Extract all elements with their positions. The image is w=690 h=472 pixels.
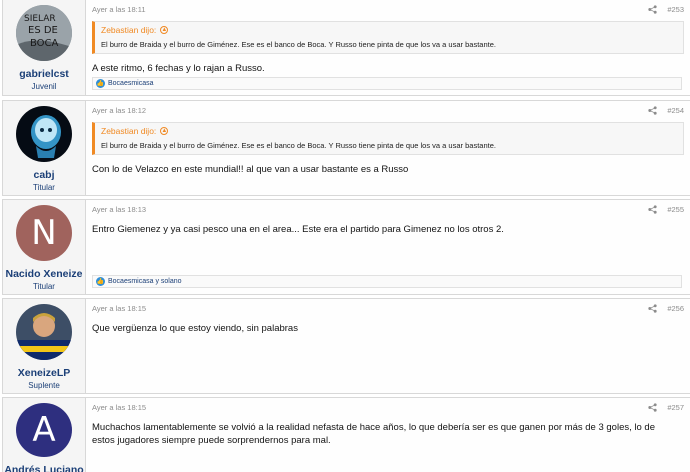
username[interactable]: Nacido Xeneize bbox=[5, 268, 82, 280]
arrow-up-circle-icon[interactable]: ▲ bbox=[160, 127, 169, 135]
post-time[interactable]: Ayer a las 18:13 bbox=[92, 205, 146, 214]
post-meta: Ayer a las 18:13 #255 bbox=[92, 202, 684, 217]
svg-text:ES DE: ES DE bbox=[28, 25, 58, 36]
avatar[interactable] bbox=[16, 304, 72, 360]
post-number[interactable]: #256 bbox=[667, 304, 684, 313]
post: XeneizeLP Suplente Ayer a las 18:15 #256… bbox=[2, 298, 690, 394]
quote-header[interactable]: Zebastian dijo: ▲ bbox=[95, 22, 683, 38]
post-meta: Ayer a las 18:15 #256 bbox=[92, 301, 684, 316]
post-meta: Ayer a las 18:15 #257 bbox=[92, 400, 684, 415]
post-message: Que vergüenza lo que estoy viendo, sin p… bbox=[92, 323, 298, 334]
avatar-letter: A bbox=[32, 410, 56, 450]
post: A Andrés Luciano Ayer a las 18:15 #257 M… bbox=[2, 397, 690, 472]
arrow-up-circle-icon[interactable]: ▲ bbox=[160, 26, 169, 34]
svg-text:BOCA: BOCA bbox=[30, 38, 59, 49]
post-time[interactable]: Ayer a las 18:12 bbox=[92, 106, 146, 115]
avatar-image: SIELAR ES DE BOCA bbox=[16, 5, 72, 61]
like-icon: 👍 bbox=[96, 79, 105, 88]
quote-author[interactable]: Zebastian dijo: bbox=[101, 25, 156, 35]
avatar-image bbox=[16, 106, 72, 162]
share-icon[interactable] bbox=[648, 5, 657, 14]
post-meta: Ayer a las 18:12 #254 bbox=[92, 103, 684, 118]
post-number[interactable]: #257 bbox=[667, 403, 684, 412]
username[interactable]: cabj bbox=[33, 169, 54, 181]
share-icon[interactable] bbox=[648, 304, 657, 313]
user-cell: XeneizeLP Suplente bbox=[3, 299, 86, 393]
post-number[interactable]: #255 bbox=[667, 205, 684, 214]
thread: SIELAR ES DE BOCA gabrielcst Juvenil Aye… bbox=[0, 0, 690, 472]
post: SIELAR ES DE BOCA gabrielcst Juvenil Aye… bbox=[2, 0, 690, 96]
post-main: Ayer a las 18:15 #257 Muchachos lamentab… bbox=[86, 398, 690, 472]
post-main: Ayer a las 18:11 #253 Zebastian dijo: ▲ … bbox=[86, 0, 690, 95]
reactions-users[interactable]: Bocaesmicasa bbox=[108, 80, 154, 87]
svg-text:SIELAR: SIELAR bbox=[24, 14, 56, 24]
user-cell: cabj Titular bbox=[3, 101, 86, 195]
quote-author[interactable]: Zebastian dijo: bbox=[101, 126, 156, 136]
post: cabj Titular Ayer a las 18:12 #254 Zebas… bbox=[2, 100, 690, 196]
user-title: Titular bbox=[33, 183, 55, 192]
quote-text: El burro de Braida y el burro de Giménez… bbox=[101, 141, 496, 150]
quote-block: Zebastian dijo: ▲ El burro de Braida y e… bbox=[92, 122, 684, 155]
username[interactable]: Andrés Luciano bbox=[4, 464, 83, 472]
post-time[interactable]: Ayer a las 18:15 bbox=[92, 403, 146, 412]
user-title: Juvenil bbox=[31, 82, 57, 91]
post-time[interactable]: Ayer a las 18:15 bbox=[92, 304, 146, 313]
post-meta: Ayer a las 18:11 #253 bbox=[92, 2, 684, 17]
post-main: Ayer a las 18:15 #256 Que vergüenza lo q… bbox=[86, 299, 690, 393]
share-icon[interactable] bbox=[648, 106, 657, 115]
post-message-line: Muchachos lamentablemente se volvió a la… bbox=[92, 422, 655, 433]
quote-header[interactable]: Zebastian dijo: ▲ bbox=[95, 123, 683, 139]
username[interactable]: gabrielcst bbox=[19, 68, 69, 80]
quote-text: El burro de Braida y el burro de Giménez… bbox=[101, 40, 496, 49]
avatar[interactable]: N bbox=[16, 205, 72, 261]
avatar-letter: N bbox=[31, 213, 57, 253]
post-main: Ayer a las 18:12 #254 Zebastian dijo: ▲ … bbox=[86, 101, 690, 195]
avatar[interactable] bbox=[16, 106, 72, 162]
reactions-bar[interactable]: 👍 Bocaesmicasa y solano bbox=[92, 275, 682, 288]
user-cell: N Nacido Xeneize Titular bbox=[3, 200, 86, 294]
avatar[interactable]: SIELAR ES DE BOCA bbox=[16, 5, 72, 61]
like-icon: 👍 bbox=[96, 277, 105, 286]
post-main: Ayer a las 18:13 #255 Entro Giemenez y y… bbox=[86, 200, 690, 294]
user-cell: SIELAR ES DE BOCA gabrielcst Juvenil bbox=[3, 0, 86, 95]
avatar[interactable]: A bbox=[16, 403, 72, 457]
reactions-users[interactable]: Bocaesmicasa y solano bbox=[108, 278, 182, 285]
post-time[interactable]: Ayer a las 18:11 bbox=[92, 5, 146, 14]
post-message: Entro Giemenez y ya casi pesco una en el… bbox=[92, 224, 504, 235]
reactions-bar[interactable]: 👍 Bocaesmicasa bbox=[92, 77, 682, 90]
share-icon[interactable] bbox=[648, 403, 657, 412]
avatar-image bbox=[16, 304, 72, 360]
post-message: Con lo de Velazco en este mundial!! al q… bbox=[92, 164, 409, 175]
user-cell: A Andrés Luciano bbox=[3, 398, 86, 472]
post-message: A este ritmo, 6 fechas y lo rajan a Russ… bbox=[92, 63, 265, 74]
user-title: Suplente bbox=[28, 381, 60, 390]
quote-block: Zebastian dijo: ▲ El burro de Braida y e… bbox=[92, 21, 684, 54]
post-message-line: estos jugadores siempre puede sorprender… bbox=[92, 435, 331, 446]
username[interactable]: XeneizeLP bbox=[18, 367, 71, 379]
user-title: Titular bbox=[33, 282, 55, 291]
post-number[interactable]: #253 bbox=[667, 5, 684, 14]
share-icon[interactable] bbox=[648, 205, 657, 214]
post-number[interactable]: #254 bbox=[667, 106, 684, 115]
post: N Nacido Xeneize Titular Ayer a las 18:1… bbox=[2, 199, 690, 295]
